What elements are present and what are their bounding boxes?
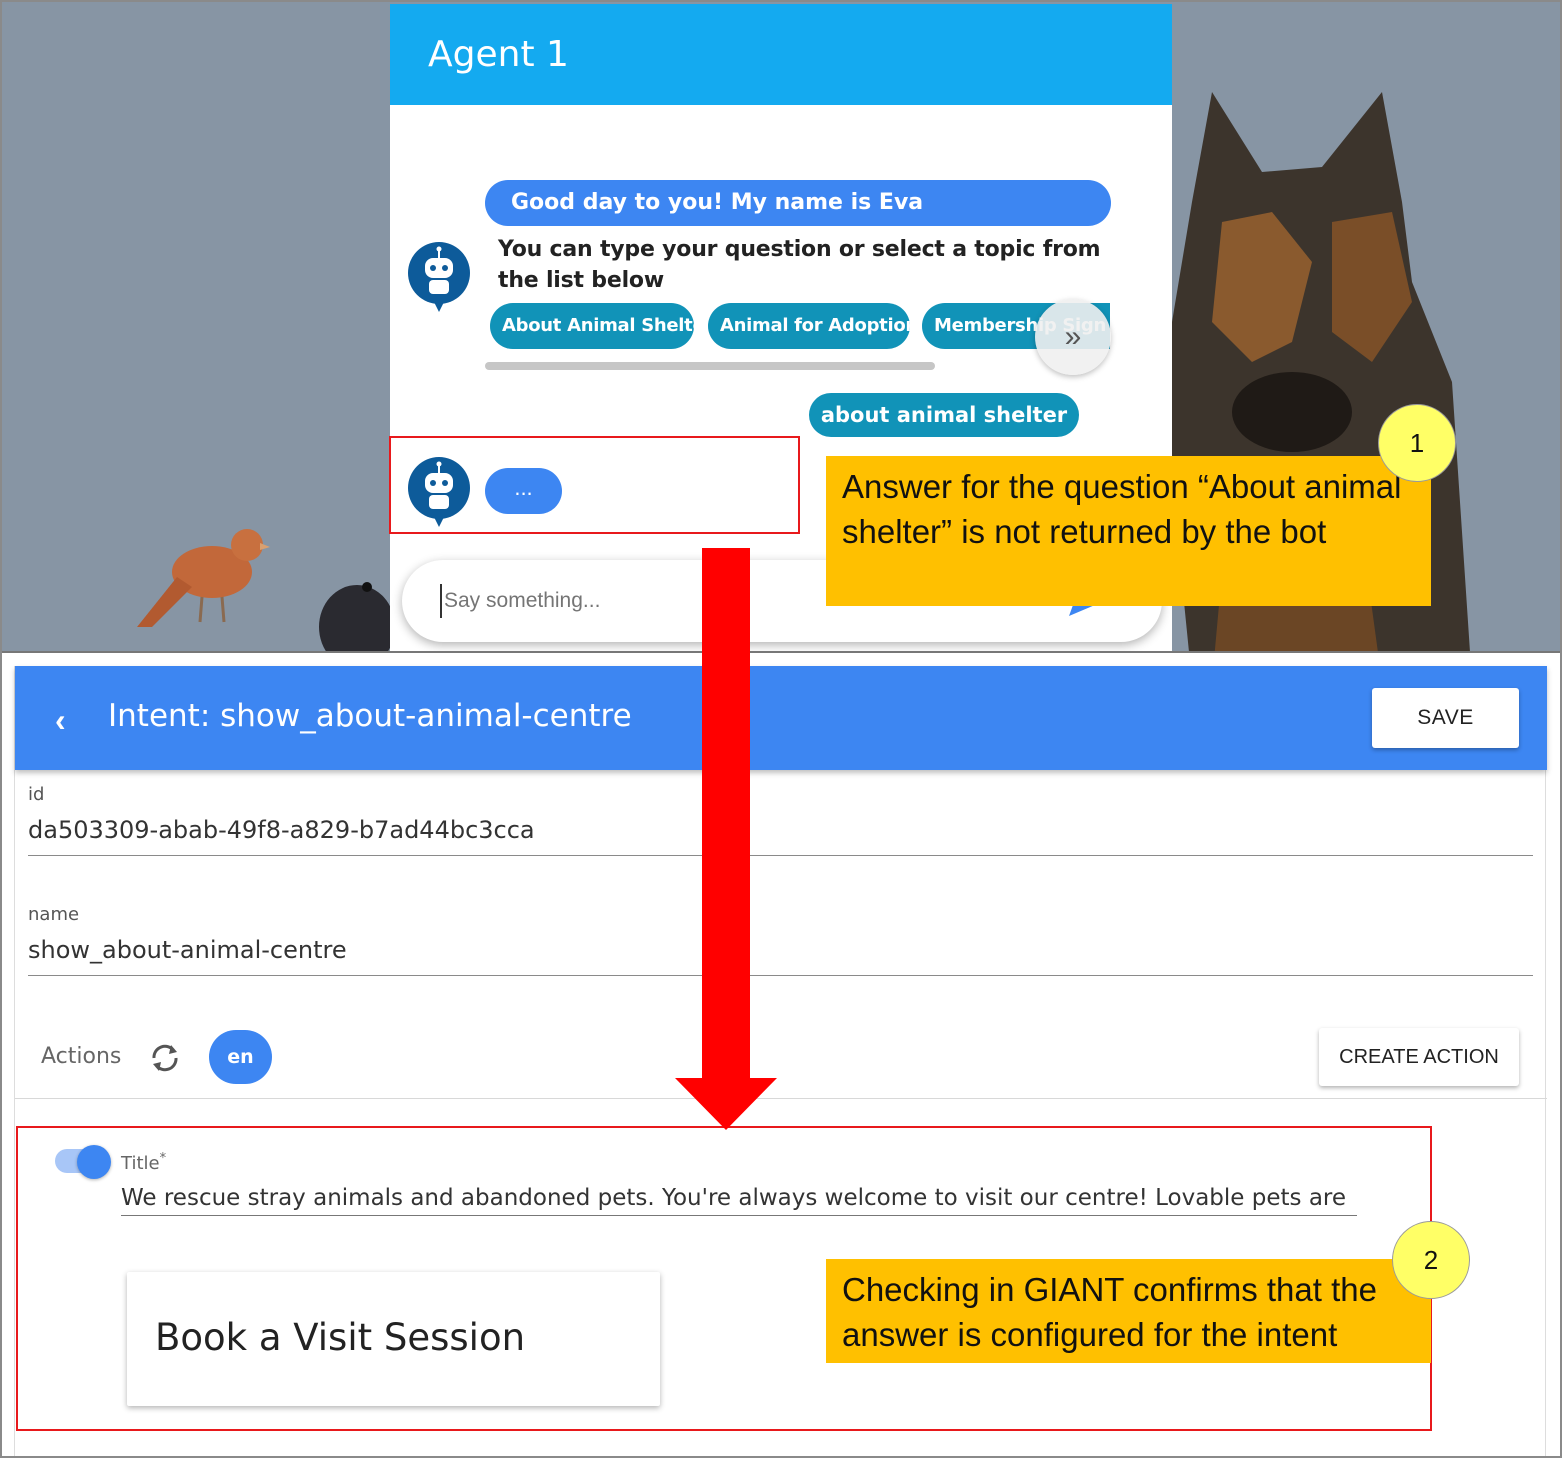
bot-avatar-icon bbox=[408, 242, 470, 312]
chips-scrollbar[interactable] bbox=[485, 362, 935, 370]
annotation-number-1: 1 bbox=[1378, 404, 1456, 482]
actions-divider bbox=[15, 1098, 1547, 1099]
intent-title: Intent: show_about-animal-centre bbox=[108, 698, 632, 734]
chevron-left-icon[interactable]: ‹ bbox=[55, 702, 66, 739]
id-label: id bbox=[28, 784, 45, 805]
sync-icon[interactable] bbox=[146, 1040, 184, 1076]
name-field[interactable]: show_about-animal-centre bbox=[28, 936, 347, 964]
bot-prompt-text: You can type your question or select a t… bbox=[498, 237, 1101, 293]
annotation-number-2: 2 bbox=[1392, 1221, 1470, 1299]
annotation-note-2: Checking in GIANT confirms that the answ… bbox=[826, 1259, 1431, 1363]
actions-label: Actions bbox=[41, 1044, 122, 1069]
id-field-underline bbox=[28, 855, 1533, 856]
create-action-button[interactable]: CREATE ACTION bbox=[1319, 1028, 1519, 1086]
chat-header: Agent 1 bbox=[390, 4, 1172, 105]
language-chip-en[interactable]: en bbox=[209, 1030, 272, 1084]
scroll-next-button[interactable]: » bbox=[1035, 299, 1111, 375]
id-field[interactable]: da503309-abab-49f8-a829-b7ad44bc3cca bbox=[28, 816, 535, 844]
chat-title: Agent 1 bbox=[428, 34, 569, 75]
chip-about-animal-shelter[interactable]: About Animal Shelter bbox=[490, 303, 694, 349]
bot-greeting-bubble: Good day to you! My name is Eva bbox=[485, 180, 1111, 226]
chip-animal-for-adoption[interactable]: Animal for Adoption bbox=[708, 303, 910, 349]
user-message-bubble: about animal shelter bbox=[809, 393, 1079, 437]
rabbit-photo bbox=[319, 582, 395, 651]
highlight-box-typing bbox=[389, 436, 800, 534]
section-divider bbox=[2, 651, 1560, 653]
bird-photo bbox=[137, 529, 270, 627]
red-arrow-icon bbox=[675, 548, 777, 1130]
name-field-underline bbox=[28, 975, 1533, 976]
save-button[interactable]: SAVE bbox=[1372, 688, 1519, 748]
intent-header: ‹ Intent: show_about-animal-centre SAVE bbox=[15, 666, 1547, 770]
name-label: name bbox=[28, 904, 80, 925]
annotation-note-1: Answer for the question “About animal sh… bbox=[826, 456, 1431, 606]
